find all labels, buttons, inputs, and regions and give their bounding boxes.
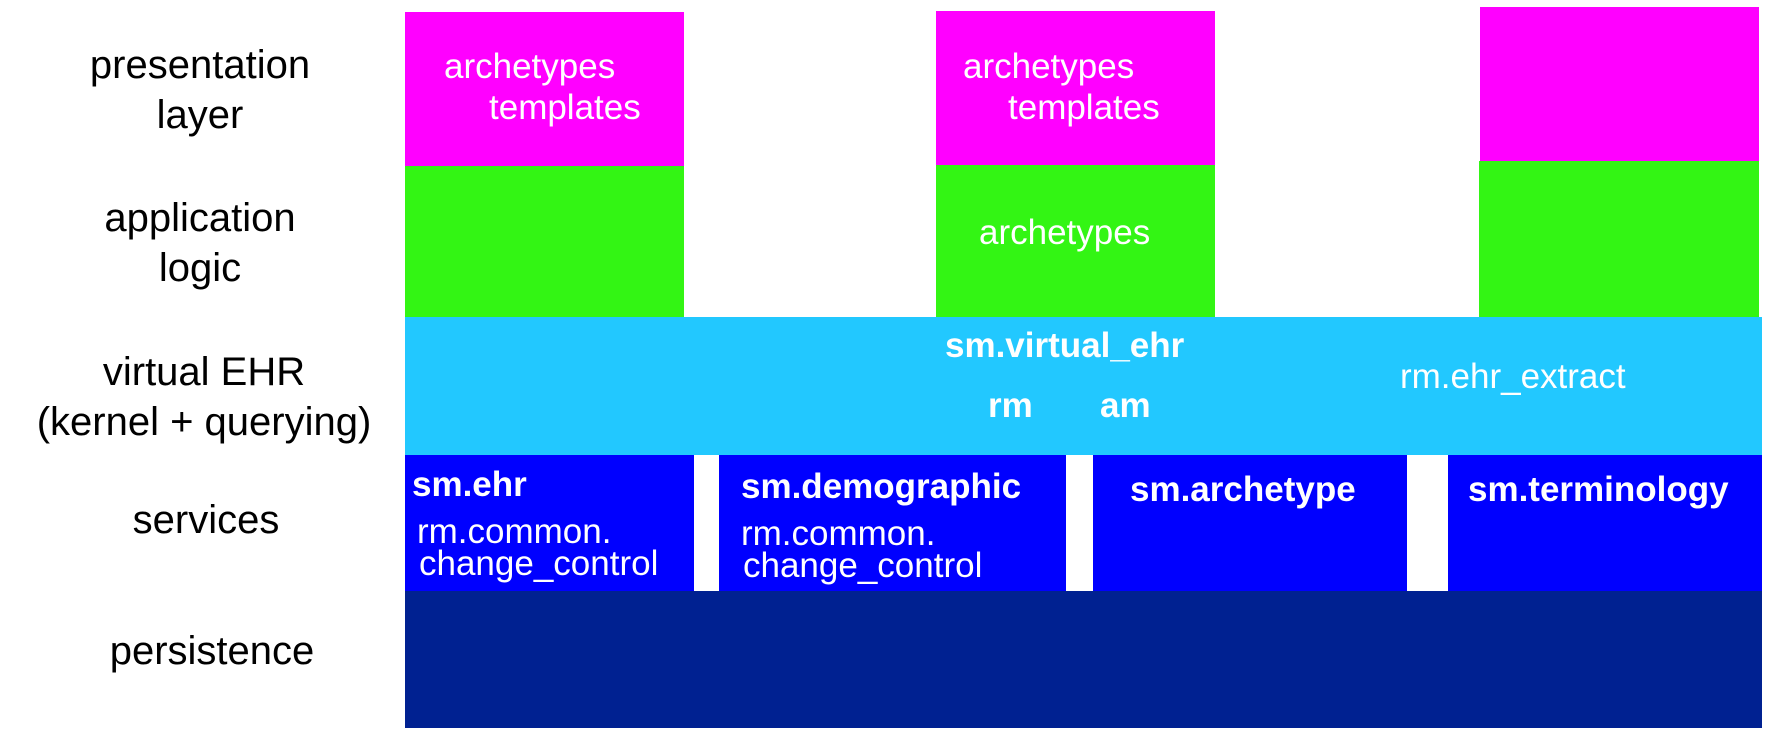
service-title-sm-terminology: sm.terminology <box>1468 470 1729 509</box>
presentation-block-2: archetypes templates <box>936 11 1215 165</box>
am-label: am <box>1100 386 1151 425</box>
application-block-2-label: archetypes <box>979 213 1151 252</box>
service-title-sm-archetype: sm.archetype <box>1130 470 1356 509</box>
service-block-sm-ehr: sm.ehr rm.common. change_control <box>405 455 694 591</box>
service-block-sm-demographic: sm.demographic rm.common. change_control <box>719 455 1066 591</box>
presentation-block-2-line1: archetypes <box>963 47 1135 86</box>
application-block-2: archetypes <box>936 165 1215 317</box>
service-title-sm-demographic: sm.demographic <box>741 467 1022 506</box>
service-title-sm-ehr: sm.ehr <box>412 465 527 504</box>
layer-label-services: services <box>132 498 280 542</box>
rm-label: rm <box>988 386 1033 425</box>
presentation-block-1-line2: templates <box>489 88 641 127</box>
persistence-block <box>405 591 1762 728</box>
service-sub2-sm-ehr: change_control <box>419 544 659 583</box>
service-block-sm-terminology: sm.terminology <box>1448 455 1762 591</box>
application-block-1 <box>405 166 684 317</box>
layer-label-application: application logic <box>104 196 296 290</box>
service-sub2-sm-demographic: change_control <box>743 546 983 585</box>
layer-label-presentation: presentation layer <box>89 43 311 137</box>
presentation-block-1: archetypes templates <box>405 12 684 166</box>
service-block-sm-archetype: sm.archetype <box>1093 455 1407 591</box>
layer-label-persistence: persistence <box>109 629 315 673</box>
sm-virtual-ehr-label: sm.virtual_ehr <box>945 326 1185 365</box>
application-block-3 <box>1479 161 1759 317</box>
presentation-block-3 <box>1480 7 1759 161</box>
virtual-ehr-block: sm.virtual_ehr rm am rm.ehr_extract <box>405 317 1762 455</box>
layer-label-virtual-ehr: virtual EHR (kernel + querying) <box>36 350 372 444</box>
presentation-block-1-line1: archetypes <box>444 47 616 86</box>
rm-ehr-extract-label: rm.ehr_extract <box>1400 357 1626 396</box>
presentation-block-2-line2: templates <box>1008 88 1160 127</box>
